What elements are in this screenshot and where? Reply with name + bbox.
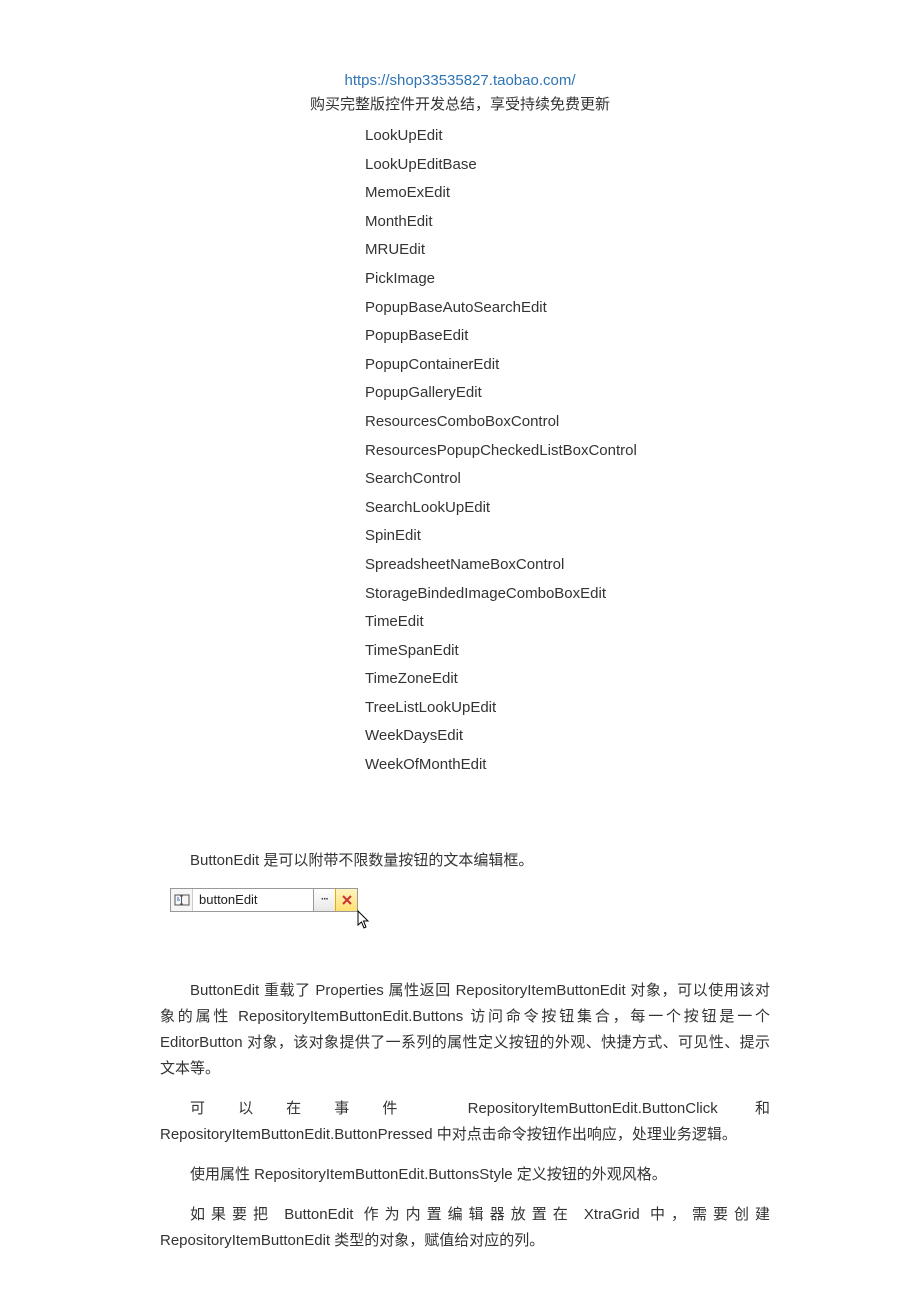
list-item: PopupContainerEdit <box>365 351 920 380</box>
list-item: MemoExEdit <box>365 179 920 208</box>
list-item: LookUpEditBase <box>365 151 920 180</box>
list-item: SpreadsheetNameBoxControl <box>365 551 920 580</box>
list-item: ResourcesComboBoxControl <box>365 408 920 437</box>
list-item: StorageBindedImageComboBoxEdit <box>365 580 920 609</box>
paragraph-events: 可以在事件 RepositoryItemButtonEdit.ButtonCli… <box>160 1096 770 1148</box>
buttonedit-text-input[interactable]: buttonEdit <box>193 889 313 911</box>
list-item: TimeZoneEdit <box>365 665 920 694</box>
buttonedit-ellipsis-button[interactable]: ··· <box>313 889 335 911</box>
list-item: LookUpEdit <box>365 122 920 151</box>
list-item: WeekOfMonthEdit <box>365 751 920 780</box>
buttonedit-delete-button[interactable] <box>335 889 357 911</box>
list-item: ResourcesPopupCheckedListBoxControl <box>365 437 920 466</box>
list-item: PopupBaseAutoSearchEdit <box>365 294 920 323</box>
paragraph-properties: ButtonEdit 重载了 Properties 属性返回 Repositor… <box>160 978 770 1082</box>
list-item: SearchControl <box>365 465 920 494</box>
list-item: WeekDaysEdit <box>365 722 920 751</box>
list-item: SearchLookUpEdit <box>365 494 920 523</box>
list-item: TimeSpanEdit <box>365 637 920 666</box>
list-item: TimeEdit <box>365 608 920 637</box>
list-item: TreeListLookUpEdit <box>365 694 920 723</box>
paragraph-buttonsstyle: 使用属性 RepositoryItemButtonEdit.ButtonsSty… <box>160 1162 770 1188</box>
list-item: SpinEdit <box>365 522 920 551</box>
list-item: PickImage <box>365 265 920 294</box>
x-icon <box>341 894 353 906</box>
buttonedit-rename-icon <box>171 889 193 911</box>
paragraph-xtragrid: 如果要把 ButtonEdit 作为内置编辑器放置在 XtraGrid 中，需要… <box>160 1202 770 1254</box>
list-item: PopupBaseEdit <box>365 322 920 351</box>
list-item: MonthEdit <box>365 208 920 237</box>
editor-type-list: LookUpEdit LookUpEditBase MemoExEdit Mon… <box>365 122 920 780</box>
header-shop-link[interactable]: https://shop33535827.taobao.com/ <box>0 72 920 89</box>
cursor-arrow-icon <box>356 910 372 930</box>
paragraph-intro: ButtonEdit 是可以附带不限数量按钮的文本编辑框。 <box>160 848 770 874</box>
buttonedit-figure: buttonEdit ··· <box>170 888 770 938</box>
buttonedit-control[interactable]: buttonEdit ··· <box>170 888 358 912</box>
body-content: ButtonEdit 是可以附带不限数量按钮的文本编辑框。 buttonEdit… <box>160 848 770 1254</box>
header-subtitle: 购买完整版控件开发总结，享受持续免费更新 <box>0 93 920 114</box>
list-item: PopupGalleryEdit <box>365 379 920 408</box>
list-item: MRUEdit <box>365 236 920 265</box>
